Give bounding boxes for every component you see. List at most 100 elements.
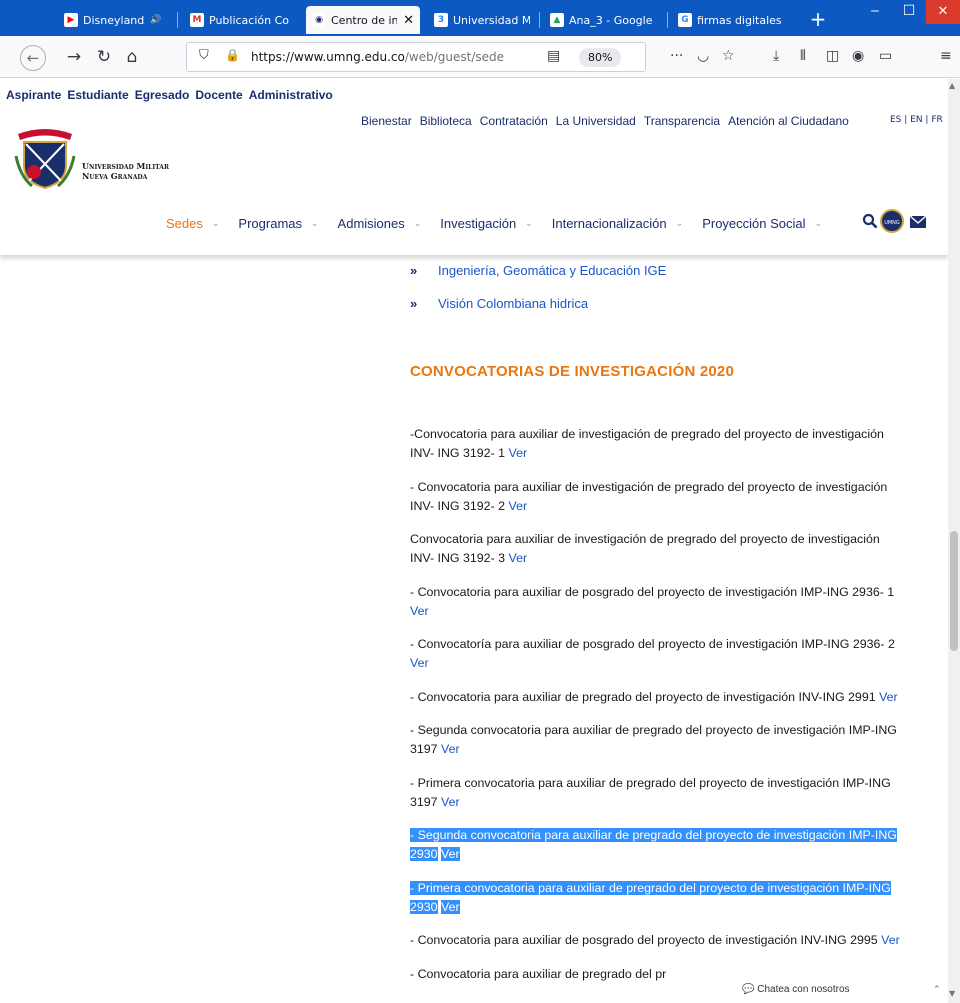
tab-label: Disneyland (83, 13, 145, 27)
utility-link[interactable]: Atención al Ciudadano (728, 114, 849, 128)
url-text[interactable]: https://www.umng.edu.co/web/guest/sede (251, 50, 519, 64)
download-icon[interactable]: ⤓ (773, 48, 779, 64)
audience-link[interactable]: Egresado (135, 88, 190, 102)
ver-link[interactable]: Ver (509, 446, 528, 460)
chevron-down-icon: ⌄ (211, 218, 220, 228)
site-header: Aspirante Estudiante Egresado Docente Admini… (0, 79, 948, 255)
ver-link[interactable]: Ver (410, 604, 429, 618)
logo-line-1: Universidad Militar (82, 161, 169, 171)
address-bar[interactable]: ⛉ 🔒 https://www.umng.edu.co/web/guest/se… (186, 42, 646, 72)
group-link[interactable]: » Visión Colombiana hidrica (410, 296, 666, 329)
chat-label: Chatea con nosotros (757, 984, 850, 995)
ver-link[interactable]: Ver (441, 795, 460, 809)
audience-link[interactable]: Docente (195, 88, 242, 102)
nav-item[interactable]: Investigación ⌄ (440, 216, 532, 231)
audience-link[interactable]: Estudiante (67, 88, 128, 102)
mail-icon[interactable] (910, 216, 926, 228)
reader-view-icon[interactable]: ▤ (547, 48, 560, 64)
ver-link[interactable]: Ver (509, 551, 528, 565)
page-scrollbar[interactable]: ▲ ▼ (948, 79, 960, 1003)
browser-tab[interactable]: M Publicación Co (184, 6, 298, 34)
sidebar-icon[interactable]: ◫ (826, 48, 839, 64)
tab-separator (667, 12, 668, 28)
audience-link[interactable]: Aspirante (6, 88, 61, 102)
bookmark-star-icon[interactable]: ☆ (722, 48, 735, 64)
nav-item-label: Proyección Social (702, 216, 806, 231)
menu-icon[interactable]: ≡ (940, 48, 952, 64)
ver-link[interactable]: Ver (509, 499, 528, 513)
minimize-button[interactable]: ‒ (858, 0, 892, 24)
umng-crest-logo[interactable] (14, 126, 76, 190)
close-window-button[interactable]: ✕ (926, 0, 960, 24)
url-path: /web/guest/sede (404, 50, 505, 64)
google-icon: G (678, 13, 692, 27)
language-switcher[interactable]: ES | EN | FR (890, 115, 943, 125)
nav-item[interactable]: Programas ⌄ (238, 216, 318, 231)
extension-icon[interactable]: ▭ (879, 48, 892, 64)
new-tab-button[interactable]: + (806, 6, 830, 32)
scrollbar-thumb[interactable] (950, 531, 958, 651)
home-button[interactable]: ⌂ (120, 45, 144, 69)
nav-item[interactable]: Proyección Social ⌄ (702, 216, 822, 231)
utility-link[interactable]: Transparencia (644, 114, 720, 128)
browser-tab[interactable]: ▶ Disneyland 🔊 (58, 6, 174, 34)
nav-item[interactable]: Admisiones ⌄ (338, 216, 422, 231)
utility-link[interactable]: Contratación (480, 114, 548, 128)
call-text: - Segunda convocatoria para auxiliar de … (410, 723, 897, 756)
double-chevron-icon: » (410, 263, 418, 278)
reload-button[interactable]: ↻ (92, 45, 116, 69)
back-button[interactable]: ← (20, 45, 46, 71)
scroll-up-icon[interactable]: ▲ (949, 81, 955, 90)
utility-link[interactable]: La Universidad (556, 114, 636, 128)
umng-radio-icon[interactable]: UMNG RADIO (880, 209, 904, 250)
logo-line-2: Nueva Granada (82, 171, 148, 181)
search-icon[interactable] (862, 213, 878, 229)
scroll-down-icon[interactable]: ▼ (949, 989, 955, 998)
browser-tab[interactable]: ◉ Centro de in ✕ (306, 6, 420, 34)
utility-link[interactable]: Biblioteca (420, 114, 472, 128)
browser-tab[interactable]: ▲ Ana_3 - Google (544, 6, 664, 34)
browser-tab[interactable]: 3 Universidad Mi (428, 6, 536, 34)
nav-item-label: Admisiones (337, 216, 405, 231)
ver-link[interactable]: Ver (881, 933, 900, 947)
call-item: - Convocatoria para auxiliar de pregrado… (410, 688, 900, 707)
maximize-button[interactable]: ☐ (892, 0, 926, 24)
nav-item[interactable]: Internacionalización ⌄ (552, 216, 683, 231)
ver-link[interactable]: Ver (441, 742, 460, 756)
call-item: - Convocatoria para auxiliar de investig… (410, 478, 900, 516)
browser-tab[interactable]: Gfirmas digitales (672, 6, 796, 34)
tracking-shield-icon[interactable]: ⛉ (199, 48, 209, 63)
ver-link[interactable]: Ver (879, 690, 898, 704)
tab-audio-icon[interactable]: 🔊 (150, 15, 161, 25)
audience-link[interactable]: Administrativo (249, 88, 333, 102)
call-text: - Convocatoria para auxiliar de pregrado… (410, 966, 667, 981)
page-actions-icon[interactable]: ··· (670, 48, 683, 64)
call-text: -Convocatoria para auxiliar de investiga… (410, 427, 884, 460)
pocket-icon[interactable]: ◡ (697, 48, 709, 64)
nav-item-label: Investigación (440, 216, 517, 231)
ver-link[interactable]: Ver (441, 899, 460, 914)
group-link[interactable]: » Ingeniería, Geomática y Educación IGE (410, 263, 666, 296)
ver-link[interactable]: Ver (441, 847, 460, 861)
ver-link[interactable]: Ver (410, 656, 429, 670)
chat-widget[interactable]: 💬 Chatea con nosotros (742, 984, 850, 995)
chevron-down-icon: ⌄ (413, 218, 422, 228)
tab-separator (177, 12, 178, 28)
close-tab-icon[interactable]: ✕ (403, 13, 414, 28)
forward-button[interactable]: → (62, 45, 86, 69)
library-icon[interactable]: ⫴ (800, 48, 806, 64)
call-item: - Convocatoría para auxiliar de posgrado… (410, 635, 900, 673)
call-text: - Primera convocatoria para auxiliar de … (410, 880, 891, 914)
back-to-top-icon[interactable]: ⌃ (933, 985, 941, 995)
utility-link[interactable]: Bienestar (361, 114, 412, 128)
lock-icon[interactable]: 🔒 (225, 48, 240, 62)
zoom-level-badge[interactable]: 80% (579, 48, 622, 67)
audience-links: Aspirante Estudiante Egresado Docente Admini… (6, 88, 333, 102)
youtube-icon: ▶ (64, 13, 78, 27)
call-item: - Segunda convocatoria para auxiliar de … (410, 826, 900, 864)
nav-item[interactable]: Sedes ⌄ (166, 216, 219, 231)
group-links: » Ingeniería, Geomática y Educación IGE » V… (410, 263, 666, 329)
chevron-down-icon: ⌄ (675, 218, 684, 228)
account-icon[interactable]: ◉ (852, 48, 864, 64)
logo-text: Universidad Militar Nueva Granada (82, 161, 169, 181)
